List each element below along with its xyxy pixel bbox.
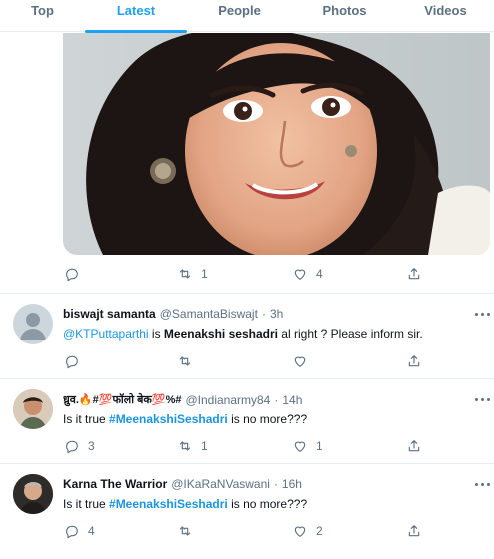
tweet-media-image[interactable] <box>63 33 490 255</box>
share-button[interactable] <box>406 437 422 455</box>
avatar[interactable] <box>13 389 53 429</box>
separator-dot: · <box>274 392 279 407</box>
reply-count: 4 <box>88 524 95 538</box>
share-icon <box>408 440 420 452</box>
tab-label: Photos <box>322 3 367 18</box>
reply-button[interactable] <box>64 352 88 370</box>
reply-count: 3 <box>88 439 95 453</box>
more-options-button[interactable] <box>474 391 490 407</box>
tab-label: Videos <box>424 3 467 18</box>
reply-button[interactable] <box>64 265 88 283</box>
retweet-button[interactable] <box>177 352 201 370</box>
retweet-button[interactable]: 1 <box>177 265 208 283</box>
tweet[interactable]: biswajt samanta @SamantaBiswajt · 3h @KT… <box>0 294 494 378</box>
tweet-text-part: is no more??? <box>227 497 308 511</box>
tweet-text: Is it true #MeenakshiSeshadri is no more… <box>63 497 307 511</box>
more-options-button[interactable] <box>474 476 490 492</box>
tab-videos[interactable]: Videos <box>397 0 494 32</box>
tab-top[interactable]: Top <box>0 0 85 32</box>
search-tabs: Top Latest People Photos Videos <box>0 0 494 33</box>
share-button[interactable] <box>406 265 422 283</box>
reply-icon <box>66 268 78 282</box>
retweet-icon <box>179 356 191 366</box>
hashtag-link[interactable]: #MeenakshiSeshadri <box>109 497 228 511</box>
tab-label: Top <box>31 3 54 18</box>
tweet-text-part: al right ? Please inform sir. <box>277 327 423 341</box>
retweet-button[interactable] <box>177 522 201 540</box>
retweet-button[interactable]: 1 <box>177 437 208 455</box>
tweet-text: Is it true #MeenakshiSeshadri is no more… <box>63 412 307 426</box>
share-icon <box>408 525 420 537</box>
separator-dot: · <box>261 307 266 321</box>
tweet-text: @KTPuttaparthi is Meenakshi seshadri al … <box>63 327 423 341</box>
tweet-text-part: is <box>148 327 164 341</box>
share-icon <box>408 268 420 280</box>
tab-latest[interactable]: Latest <box>85 0 187 33</box>
tweet-header: Karna The Warrior @IKaRaNVaswani · 16h <box>63 477 302 491</box>
tab-label: Latest <box>116 3 156 18</box>
tweet-text-part: Is it true <box>63 412 110 426</box>
user-handle[interactable]: @SamantaBiswajt <box>160 307 258 321</box>
tweet-header: ध्रुव.🔥#💯फॉलो बेक💯%# @Indianarmy84 · 14h <box>63 392 302 407</box>
default-avatar-icon <box>20 313 46 340</box>
reply-button[interactable]: 4 <box>64 522 95 540</box>
timestamp[interactable]: 16h <box>282 477 302 491</box>
display-name[interactable]: Karna The Warrior <box>63 477 167 491</box>
user-photo-icon <box>13 474 53 514</box>
user-photo-icon <box>13 389 53 429</box>
share-button[interactable] <box>406 522 422 540</box>
like-count: 4 <box>316 267 323 281</box>
like-icon <box>294 441 306 452</box>
reply-button[interactable]: 3 <box>64 437 95 455</box>
tweet-text-bold: Meenakshi seshadri <box>163 327 278 341</box>
like-button[interactable]: 2 <box>292 522 323 540</box>
tweet-text-part: is no more??? <box>227 412 308 426</box>
like-button[interactable]: 1 <box>292 437 323 455</box>
reply-icon <box>66 355 78 369</box>
tab-people[interactable]: People <box>187 0 292 32</box>
timestamp[interactable]: 14h <box>282 393 302 407</box>
user-handle[interactable]: @IKaRaNVaswani <box>171 477 270 491</box>
like-icon <box>294 269 306 280</box>
like-count: 2 <box>316 524 323 538</box>
retweet-icon <box>179 526 191 536</box>
display-name[interactable]: biswajt samanta <box>63 307 156 321</box>
share-icon <box>408 355 420 367</box>
retweet-count: 1 <box>201 439 208 453</box>
tweet[interactable]: ध्रुव.🔥#💯फॉलो बेक💯%# @Indianarmy84 · 14h… <box>0 379 494 463</box>
reply-icon <box>66 440 78 454</box>
tab-photos[interactable]: Photos <box>292 0 397 32</box>
tab-label: People <box>218 3 261 18</box>
tweet-text-part: Is it true <box>63 497 110 511</box>
like-icon <box>294 526 306 537</box>
tweet[interactable]: Karna The Warrior @IKaRaNVaswani · 16h I… <box>0 464 494 559</box>
timestamp[interactable]: 3h <box>270 307 283 321</box>
hashtag-link[interactable]: #MeenakshiSeshadri <box>109 412 228 426</box>
avatar[interactable] <box>13 304 53 344</box>
retweet-icon <box>179 441 191 451</box>
more-options-button[interactable] <box>474 306 490 322</box>
retweet-count: 1 <box>201 267 208 281</box>
tweet-header: biswajt samanta @SamantaBiswajt · 3h <box>63 307 283 321</box>
like-button[interactable]: 4 <box>292 265 323 283</box>
like-icon <box>294 356 306 367</box>
like-count: 1 <box>316 439 323 453</box>
like-button[interactable] <box>292 352 316 370</box>
reply-icon <box>66 525 78 539</box>
avatar[interactable] <box>13 474 53 514</box>
share-button[interactable] <box>406 352 422 370</box>
mention-link[interactable]: @KTPuttaparthi <box>63 327 149 341</box>
display-name[interactable]: ध्रुव.🔥#💯फॉलो बेक💯%# <box>63 392 181 407</box>
retweet-icon <box>179 269 191 279</box>
separator-dot: · <box>273 477 278 491</box>
user-handle[interactable]: @Indianarmy84 <box>185 393 270 407</box>
